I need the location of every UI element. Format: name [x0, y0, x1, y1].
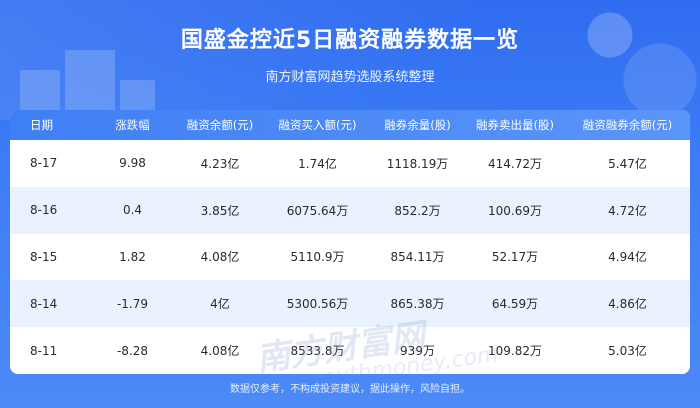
cell-short-sell: 52.17万 — [491, 250, 539, 265]
cell-margin-balance: 4.08亿 — [200, 250, 240, 265]
cell-change: -1.79 — [116, 296, 149, 311]
cell-short-balance: 865.38万 — [390, 297, 445, 312]
table-row: 8-16 0.4 3.85亿 6075.64万 852.2万 100.69万 4… — [10, 186, 690, 234]
cell-date: 8-15 — [30, 249, 58, 264]
table-row: 8-15 1.82 4.08亿 5110.9万 854.11万 52.17万 4… — [10, 234, 690, 281]
table-row: 8-14 -1.79 4亿 5300.56万 865.38万 64.59万 4.… — [10, 280, 690, 328]
cell-margin-buy: 5110.9万 — [290, 250, 345, 265]
table-row: 8-17 9.98 4.23亿 1.74亿 1118.19万 414.72万 5… — [10, 140, 690, 187]
cell-margin-balance: 4亿 — [210, 297, 230, 312]
page-title: 国盛金控近5日融资融券数据一览 — [180, 28, 520, 53]
cell-short-balance: 1118.19万 — [386, 156, 449, 171]
cell-short-sell: 100.69万 — [488, 203, 542, 218]
table-row: 8-11 -8.28 4.08亿 8533.8万 939万 109.82万 5.… — [10, 327, 690, 374]
column-header-margin-balance: 融资余额(元) — [186, 118, 254, 132]
cell-margin-balance: 4.08亿 — [200, 344, 240, 359]
column-header-short-balance: 融券余量(股) — [384, 118, 451, 132]
cell-total-balance: 5.47亿 — [608, 156, 647, 171]
column-header-date: 日期 — [30, 118, 53, 132]
cell-short-balance: 939万 — [400, 344, 435, 359]
cell-margin-buy: 5300.56万 — [286, 297, 349, 312]
cell-margin-buy: 8533.8万 — [290, 344, 345, 359]
cell-short-balance: 854.11万 — [390, 250, 445, 265]
cell-short-sell: 109.82万 — [488, 344, 542, 359]
data-table-card: 日期 涨跌幅 融资余额(元) 融资买入额(元) 融券余量(股) 融券卖出量(股)… — [10, 110, 690, 374]
cell-change: -8.28 — [116, 343, 149, 358]
cell-margin-balance: 3.85亿 — [200, 203, 240, 218]
disclaimer-text: 数据仅参考，不构成投资建议，据此操作，风险自担。 — [230, 384, 470, 395]
column-header-margin-buy: 融资买入额(元) — [278, 118, 357, 132]
page-subtitle: 南方财富网趋势选股系统整理 — [265, 70, 435, 85]
cell-date: 8-11 — [30, 343, 58, 358]
cell-total-balance: 4.72亿 — [608, 203, 647, 218]
cell-change: 1.82 — [119, 249, 146, 264]
cell-margin-balance: 4.23亿 — [200, 156, 240, 171]
cell-change: 9.98 — [119, 156, 146, 171]
column-header-short-sell: 融券卖出量(股) — [476, 118, 554, 132]
cell-date: 8-14 — [30, 296, 58, 311]
cell-date: 8-17 — [30, 156, 58, 171]
column-header-change: 涨跌幅 — [115, 118, 150, 132]
cell-total-balance: 4.86亿 — [608, 297, 647, 312]
cell-margin-buy: 6075.64万 — [286, 203, 349, 218]
cell-change: 0.4 — [122, 203, 143, 218]
cell-short-balance: 852.2万 — [394, 203, 441, 218]
cell-total-balance: 4.94亿 — [608, 250, 647, 265]
cell-margin-buy: 1.74亿 — [298, 156, 337, 171]
cell-short-sell: 414.72万 — [488, 156, 542, 171]
cell-date: 8-16 — [30, 203, 58, 218]
table-header: 日期 涨跌幅 融资余额(元) 融资买入额(元) 融券余量(股) 融券卖出量(股)… — [10, 110, 690, 140]
column-header-total-balance: 融资融券余额(元) — [582, 118, 673, 132]
cell-short-sell: 64.59万 — [491, 297, 539, 312]
cell-total-balance: 5.03亿 — [608, 344, 647, 359]
